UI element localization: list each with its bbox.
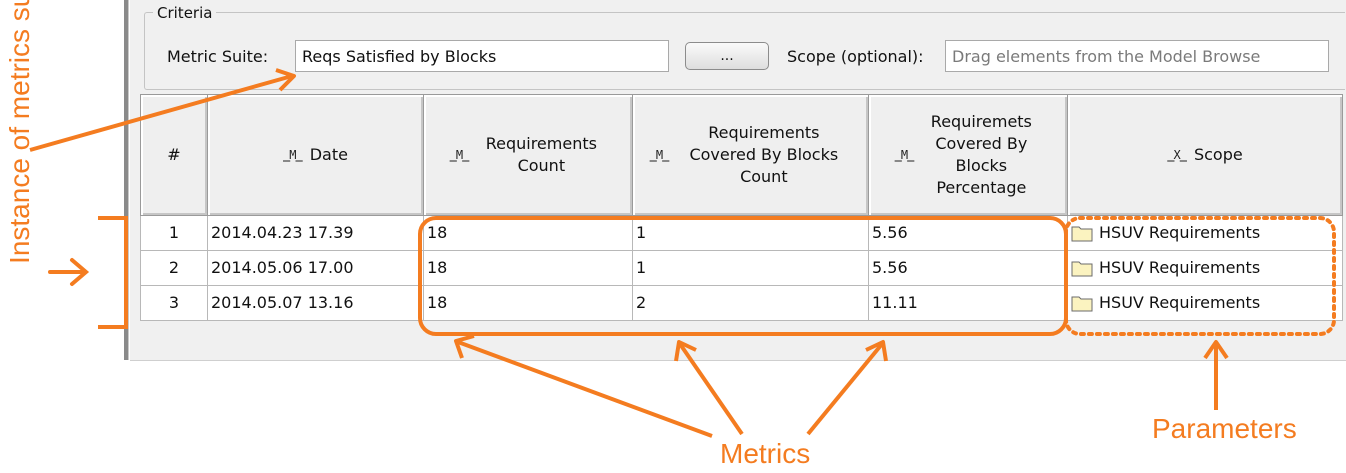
metrics-annotation: Metrics bbox=[720, 438, 811, 469]
annotation-overlay bbox=[29, 68, 1336, 438]
metric-arrow bbox=[806, 342, 884, 436]
metric-arrow bbox=[678, 342, 744, 436]
parameters-annotation: Parameters bbox=[1152, 413, 1297, 444]
instance-annotation: Instance of metrics suite bbox=[4, 0, 35, 264]
instance-arrow bbox=[48, 258, 90, 286]
metric-arrow bbox=[457, 340, 713, 438]
instance-bracket bbox=[98, 216, 128, 329]
parameters-highlight bbox=[1064, 216, 1336, 336]
metric-suite-arrow bbox=[29, 74, 293, 152]
metrics-highlight bbox=[418, 216, 1068, 336]
